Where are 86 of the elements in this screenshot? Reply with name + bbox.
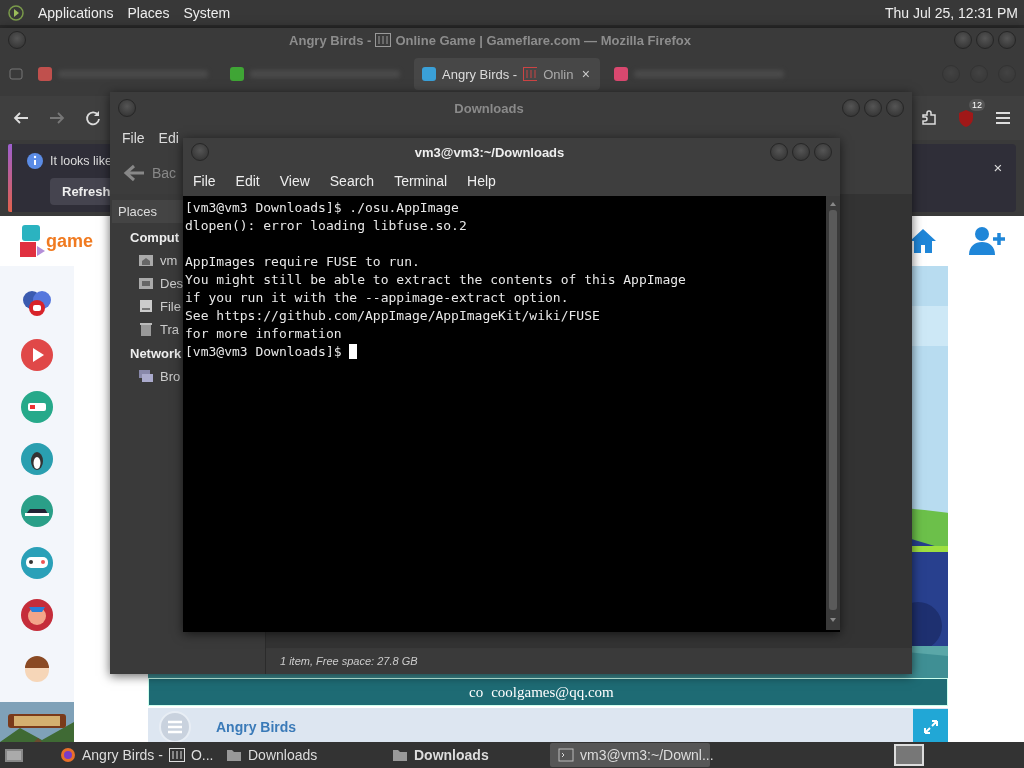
- tab-title: Onlin: [543, 66, 574, 82]
- status-bar-text: 1 item, Free space: 27.8 GB: [266, 648, 912, 674]
- penguin-icon[interactable]: [20, 442, 54, 476]
- window-control-button[interactable]: [886, 99, 904, 117]
- fullscreen-button[interactable]: [913, 709, 948, 745]
- panel-menu[interactable]: Applications: [38, 4, 114, 21]
- menu-item[interactable]: Search: [329, 173, 375, 189]
- window-control-button[interactable]: [998, 31, 1016, 49]
- menu-item[interactable]: File: [193, 173, 216, 189]
- email-text: co: [469, 683, 484, 701]
- distro-logo-icon[interactable]: [8, 4, 24, 21]
- cartoon-bird-icon[interactable]: [20, 598, 54, 632]
- reload-icon[interactable]: [84, 109, 102, 127]
- window-control-button[interactable]: [814, 143, 832, 161]
- tab-list-icon: [8, 66, 24, 82]
- game-icon: [168, 748, 185, 762]
- window-title: Downloads: [454, 100, 524, 116]
- drive-icon[interactable]: [138, 298, 154, 314]
- menu-item[interactable]: Terminal: [394, 173, 448, 189]
- email-text: coolgames@qq.com: [491, 683, 614, 701]
- expand-icon: [921, 718, 940, 736]
- terminal-line: AppImages require FUSE to run.: [185, 254, 420, 269]
- game-icon: [523, 67, 538, 81]
- window-title: Online Game | Gameflare.com — Mozilla Firefox: [395, 32, 691, 48]
- places-dropdown[interactable]: Places: [112, 200, 184, 223]
- window-menu-button[interactable]: [191, 143, 209, 161]
- menu-item[interactable]: Edi: [158, 130, 179, 146]
- menu-icon[interactable]: [158, 710, 192, 744]
- terminal-line: You might still be able to extract the contents of this AppImage: [185, 272, 686, 287]
- desktop-folder-icon[interactable]: [138, 275, 154, 291]
- firefox-icon: [60, 747, 76, 763]
- window-control-button[interactable]: [842, 99, 860, 117]
- terminal-line: See https://github.com/AppImage/AppImageKit/wiki/FUSE: [185, 308, 600, 323]
- extension-badge: 12: [969, 99, 985, 111]
- gamepad-icon[interactable]: [20, 546, 54, 580]
- terminal-line: for more information: [185, 326, 342, 341]
- window-title: vm3@vm3:~/Downloads: [414, 144, 565, 160]
- sidebar-heading: Comput: [129, 229, 180, 247]
- tab-title: Angry Birds -: [442, 66, 518, 82]
- window-control-button[interactable]: [864, 99, 882, 117]
- browser-tab[interactable]: Angry Birds - Onlin ×: [414, 58, 600, 90]
- logo-icon: [20, 224, 46, 258]
- play-icon[interactable]: [20, 338, 54, 372]
- network-icon[interactable]: [138, 368, 154, 384]
- window-menu-button[interactable]: [118, 99, 136, 117]
- close-button[interactable]: ×: [990, 159, 1006, 175]
- game-title: Angry Birds: [216, 719, 297, 735]
- terminal-line: [vm3@vm3 Downloads]$ ./osu.AppImage: [185, 200, 459, 215]
- terminal-line: [vm3@vm3 Downloads]$: [185, 344, 343, 359]
- taskbar-button[interactable]: Angry Birds - O...: [52, 743, 212, 767]
- window-title: Angry Birds -: [289, 32, 372, 48]
- game-icon: [375, 33, 392, 47]
- home-folder-icon[interactable]: [138, 252, 154, 268]
- menu-item[interactable]: Help: [467, 173, 496, 189]
- clock[interactable]: Thu Jul 25, 12:31 PM: [884, 4, 1024, 21]
- menu-item[interactable]: Edit: [235, 173, 260, 189]
- menu-icon[interactable]: [994, 109, 1012, 127]
- window-control-button[interactable]: [976, 31, 994, 49]
- sidebar-item[interactable]: File: [160, 298, 181, 314]
- puzzle-piece-icon[interactable]: [920, 109, 938, 127]
- window-control-button[interactable]: [792, 143, 810, 161]
- window-menu-button[interactable]: [8, 31, 26, 49]
- sidebar-heading: Network: [129, 345, 182, 363]
- sidebar-item[interactable]: vm: [160, 252, 178, 268]
- panel-menu[interactable]: System: [183, 4, 231, 21]
- sidebar-item[interactable]: Des: [160, 275, 184, 291]
- add-user-icon[interactable]: [968, 226, 1006, 256]
- panel-menu[interactable]: Places: [127, 4, 170, 21]
- logo-text: game: [46, 230, 94, 252]
- sidebar-item[interactable]: Bro: [160, 368, 181, 384]
- show-desktop-icon[interactable]: [4, 746, 24, 764]
- workspace-switcher[interactable]: [894, 744, 924, 766]
- back-arrow-icon[interactable]: [122, 163, 146, 183]
- info-icon: [26, 152, 44, 170]
- menu-item[interactable]: View: [279, 173, 310, 189]
- terminal-icon: [558, 747, 574, 763]
- terminal-line: if you run it with the --appimage-extract option.: [185, 290, 569, 305]
- sidebar-item[interactable]: Tra: [160, 321, 180, 337]
- window-control-button[interactable]: [954, 31, 972, 49]
- menu-item[interactable]: File: [122, 130, 145, 146]
- window-control-button[interactable]: [770, 143, 788, 161]
- close-tab-button[interactable]: ×: [579, 67, 592, 81]
- taskbar-button[interactable]: Downloads: [218, 743, 378, 767]
- trash-icon[interactable]: [138, 321, 154, 337]
- terminal-line: dlopen(): error loading libfuse.so.2: [185, 218, 467, 233]
- taskbar-button[interactable]: Downloads: [384, 743, 544, 767]
